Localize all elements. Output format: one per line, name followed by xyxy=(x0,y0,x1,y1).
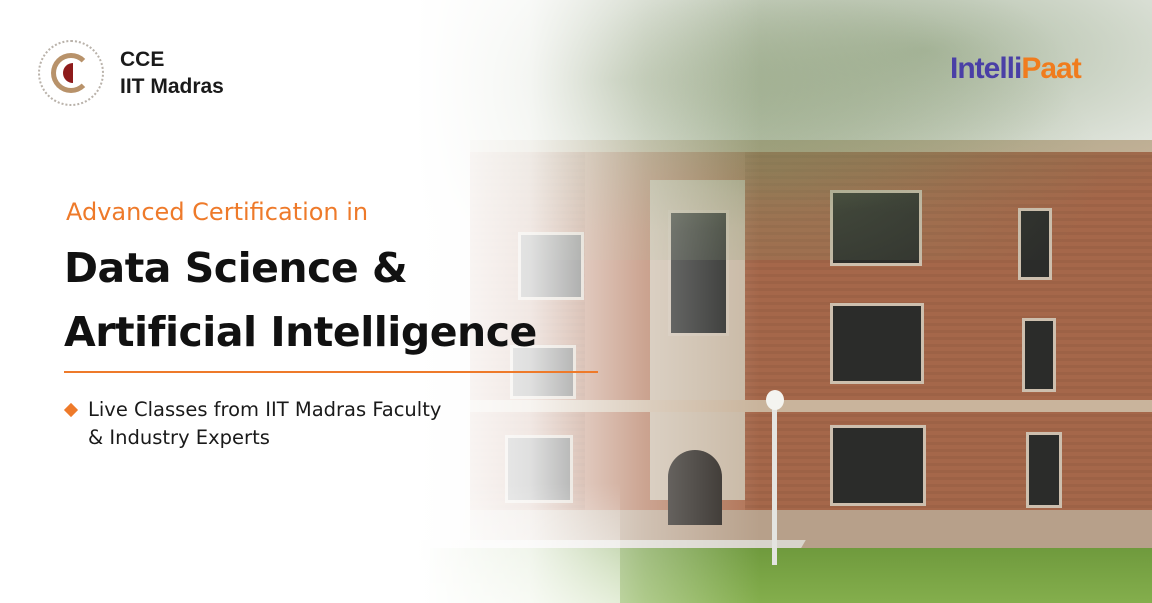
feature-bullet: Live Classes from IIT Madras Faculty & I… xyxy=(63,396,442,452)
intellipaat-logo: IntelliPaat xyxy=(950,52,1082,86)
headline-line-1: Data Science & xyxy=(64,244,408,292)
divider xyxy=(64,371,598,373)
cce-iit-madras-logo: CCE IIT Madras xyxy=(38,40,224,106)
headline-line-2: Artificial Intelligence xyxy=(64,308,537,356)
brand-line-2: IIT Madras xyxy=(120,75,224,98)
headline-title: Data Science & Artificial Intelligence xyxy=(64,236,537,364)
cce-seal-icon xyxy=(38,40,104,106)
bullet-line-2: & Industry Experts xyxy=(88,426,270,449)
diamond-bullet-icon xyxy=(63,402,79,418)
logo-part-1: Intelli xyxy=(950,52,1022,85)
headline-subtitle: Advanced Certification in xyxy=(66,198,369,226)
logo-part-2: Paat xyxy=(1021,52,1081,85)
brand-line-1: CCE xyxy=(120,48,165,71)
bullet-line-1: Live Classes from IIT Madras Faculty xyxy=(88,398,442,421)
